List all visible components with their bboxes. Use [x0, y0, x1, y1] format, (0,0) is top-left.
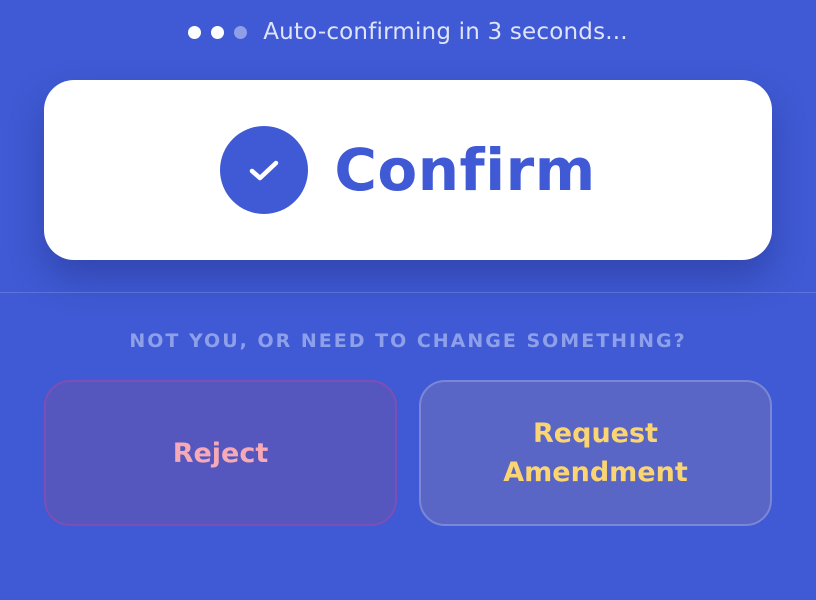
amend-label-line-2: Amendment [503, 457, 688, 488]
auto-confirm-text: Auto-confirming in 3 seconds... [263, 19, 628, 45]
auto-confirm-status: Auto-confirming in 3 seconds... [0, 14, 816, 50]
confirm-label: Confirm [334, 136, 596, 204]
change-prompt: NOT YOU, OR NEED TO CHANGE SOMETHING? [129, 330, 687, 352]
check-icon [220, 126, 309, 214]
reject-label: Reject [172, 437, 269, 469]
section-divider [0, 292, 816, 293]
amend-label-line-1: Request [533, 418, 658, 449]
request-amendment-button[interactable]: Request Amendment [419, 380, 772, 526]
progress-dots-icon [188, 25, 248, 39]
confirmation-screen: Auto-confirming in 3 seconds... Confirm … [0, 0, 816, 600]
request-amendment-label: Request Amendment [503, 414, 687, 492]
progress-dot-1 [188, 25, 202, 39]
confirm-button[interactable]: Confirm [44, 80, 772, 260]
reject-button[interactable]: Reject [44, 380, 397, 526]
progress-dot-3 [234, 25, 248, 39]
progress-dot-2 [211, 25, 225, 39]
